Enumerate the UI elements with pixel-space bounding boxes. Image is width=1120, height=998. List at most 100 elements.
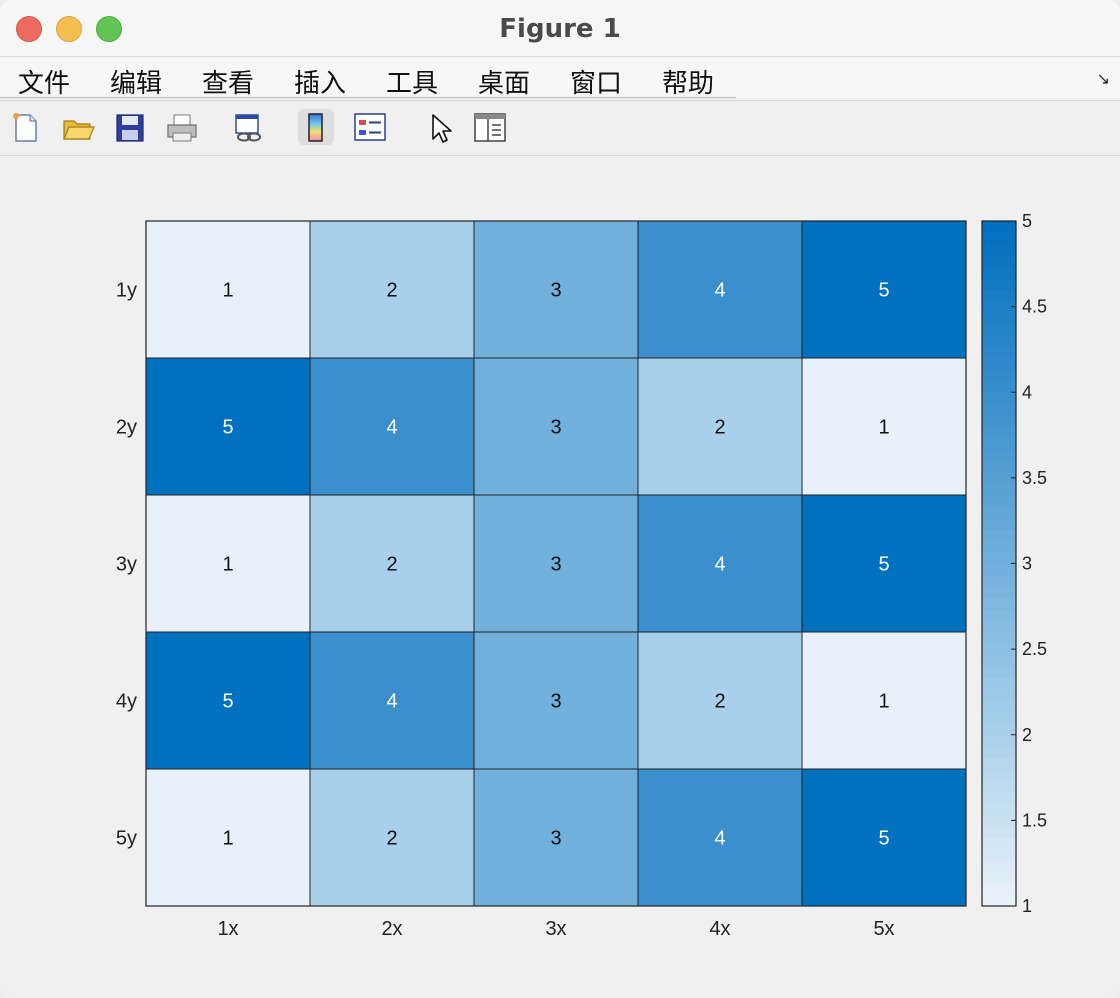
colorbar-segment bbox=[982, 540, 1016, 553]
new-figure-icon[interactable] bbox=[8, 109, 44, 145]
colorbar-icon[interactable] bbox=[298, 109, 334, 145]
colorbar-segment bbox=[982, 654, 1016, 667]
x-tick-label: 5x bbox=[873, 918, 894, 940]
colorbar-segment bbox=[982, 221, 1016, 234]
colorbar-segment bbox=[982, 506, 1016, 519]
menu-bar: 文件 编辑 查看 插入 工具 桌面 窗口 帮助 ↘ bbox=[0, 57, 1120, 100]
toolbar bbox=[0, 100, 1120, 156]
cell-value-label: 4 bbox=[714, 828, 725, 850]
cell-value-label: 1 bbox=[878, 691, 889, 713]
print-icon[interactable] bbox=[164, 109, 200, 145]
colorbar-segment bbox=[982, 643, 1016, 656]
colorbar-segment bbox=[982, 289, 1016, 302]
colorbar-segment bbox=[982, 437, 1016, 450]
colorbar-segment bbox=[982, 266, 1016, 279]
property-inspector-icon[interactable] bbox=[472, 109, 508, 145]
colorbar-segment bbox=[982, 700, 1016, 713]
colorbar-segment bbox=[982, 323, 1016, 336]
cell-value-label: 4 bbox=[714, 554, 725, 576]
y-tick-label: 2y bbox=[116, 417, 137, 439]
colorbar-segment bbox=[982, 380, 1016, 393]
dock-icon[interactable]: ↘ bbox=[1097, 69, 1110, 89]
colorbar-segment bbox=[982, 574, 1016, 587]
colorbar-segment bbox=[982, 312, 1016, 325]
colorbar-segment bbox=[982, 472, 1016, 485]
colorbar-segment bbox=[982, 495, 1016, 508]
colorbar-segment bbox=[982, 243, 1016, 256]
colorbar-segment bbox=[982, 746, 1016, 759]
cell-value-label: 3 bbox=[550, 828, 561, 850]
y-tick-label: 1y bbox=[116, 280, 137, 302]
colorbar-segment bbox=[982, 358, 1016, 371]
cell-value-label: 4 bbox=[386, 691, 397, 713]
link-plot-icon[interactable] bbox=[230, 109, 266, 145]
cell-value-label: 2 bbox=[714, 417, 725, 439]
x-tick-label: 1x bbox=[217, 918, 238, 940]
colorbar-segment bbox=[982, 666, 1016, 679]
colorbar-segment bbox=[982, 837, 1016, 850]
cell-value-label: 5 bbox=[222, 691, 233, 713]
cell-value-label: 3 bbox=[550, 417, 561, 439]
colorbar-tick-label: 3 bbox=[1022, 554, 1032, 574]
menu-file[interactable]: 文件 bbox=[18, 63, 70, 100]
y-tick-label: 4y bbox=[116, 691, 137, 713]
colorbar-segment bbox=[982, 711, 1016, 724]
colorbar-tick-label: 4 bbox=[1022, 382, 1032, 402]
cell-value-label: 1 bbox=[222, 280, 233, 302]
menu-edit[interactable]: 编辑 bbox=[110, 63, 162, 100]
menu-view[interactable]: 查看 bbox=[202, 63, 254, 100]
x-tick-label: 3x bbox=[545, 918, 566, 940]
menu-tools[interactable]: 工具 bbox=[386, 63, 438, 100]
colorbar-segment bbox=[982, 300, 1016, 313]
heatmap-chart[interactable]: 1 2 3 4 5 5 4 3 2 1 1 2 3 4 5 5 4 3 2 1 1 2 3 4 5 1y 2y 3y 4y 5y 1x 2x 3… bbox=[0, 155, 1120, 998]
x-tick-label: 2x bbox=[381, 918, 402, 940]
colorbar-segment bbox=[982, 632, 1016, 645]
cell-value-label: 5 bbox=[222, 417, 233, 439]
colorbar-segment bbox=[982, 255, 1016, 268]
colorbar-segment bbox=[982, 278, 1016, 291]
colorbar-tick-label: 1.5 bbox=[1022, 810, 1047, 830]
colorbar-segment bbox=[982, 426, 1016, 439]
cell-value-label: 2 bbox=[386, 280, 397, 302]
cell-value-label: 1 bbox=[878, 417, 889, 439]
colorbar-segment bbox=[982, 791, 1016, 804]
cell-value-label: 4 bbox=[386, 417, 397, 439]
colorbar-segment bbox=[982, 460, 1016, 473]
colorbar-tick-label: 1 bbox=[1022, 896, 1032, 916]
menu-window[interactable]: 窗口 bbox=[570, 63, 622, 100]
save-icon[interactable] bbox=[112, 109, 148, 145]
menu-insert[interactable]: 插入 bbox=[294, 63, 346, 100]
y-tick-label: 3y bbox=[116, 554, 137, 576]
colorbar-segment bbox=[982, 563, 1016, 576]
title-bar: Figure 1 bbox=[0, 0, 1120, 57]
colorbar-segment bbox=[982, 860, 1016, 873]
menu-desktop[interactable]: 桌面 bbox=[478, 63, 530, 100]
colorbar-tick-label: 2.5 bbox=[1022, 639, 1047, 659]
cell-value-label: 1 bbox=[222, 554, 233, 576]
colorbar-segment bbox=[982, 346, 1016, 359]
cell-value-label: 2 bbox=[386, 554, 397, 576]
y-tick-label: 5y bbox=[116, 828, 137, 850]
cell-value-label: 2 bbox=[386, 828, 397, 850]
colorbar-tick-label: 2 bbox=[1022, 725, 1032, 745]
cell-value-label: 1 bbox=[222, 828, 233, 850]
colorbar-tick-label: 4.5 bbox=[1022, 297, 1047, 317]
colorbar-segment bbox=[982, 369, 1016, 382]
colorbar-segment bbox=[982, 871, 1016, 884]
open-file-icon[interactable] bbox=[60, 109, 96, 145]
colorbar-segment bbox=[982, 232, 1016, 245]
colorbar-segment bbox=[982, 677, 1016, 690]
x-tick-label: 4x bbox=[709, 918, 730, 940]
menu-help[interactable]: 帮助 bbox=[662, 63, 714, 100]
colorbar-segment bbox=[982, 403, 1016, 416]
colorbar-segment bbox=[982, 757, 1016, 770]
colorbar-segment bbox=[982, 529, 1016, 542]
colorbar-segment bbox=[982, 814, 1016, 827]
legend-icon[interactable] bbox=[352, 109, 388, 145]
window-title: Figure 1 bbox=[499, 14, 621, 44]
menu-divider bbox=[0, 97, 736, 98]
colorbar-segment bbox=[982, 597, 1016, 610]
pointer-icon[interactable] bbox=[422, 109, 458, 145]
colorbar-segment bbox=[982, 552, 1016, 565]
colorbar-segment bbox=[982, 734, 1016, 747]
